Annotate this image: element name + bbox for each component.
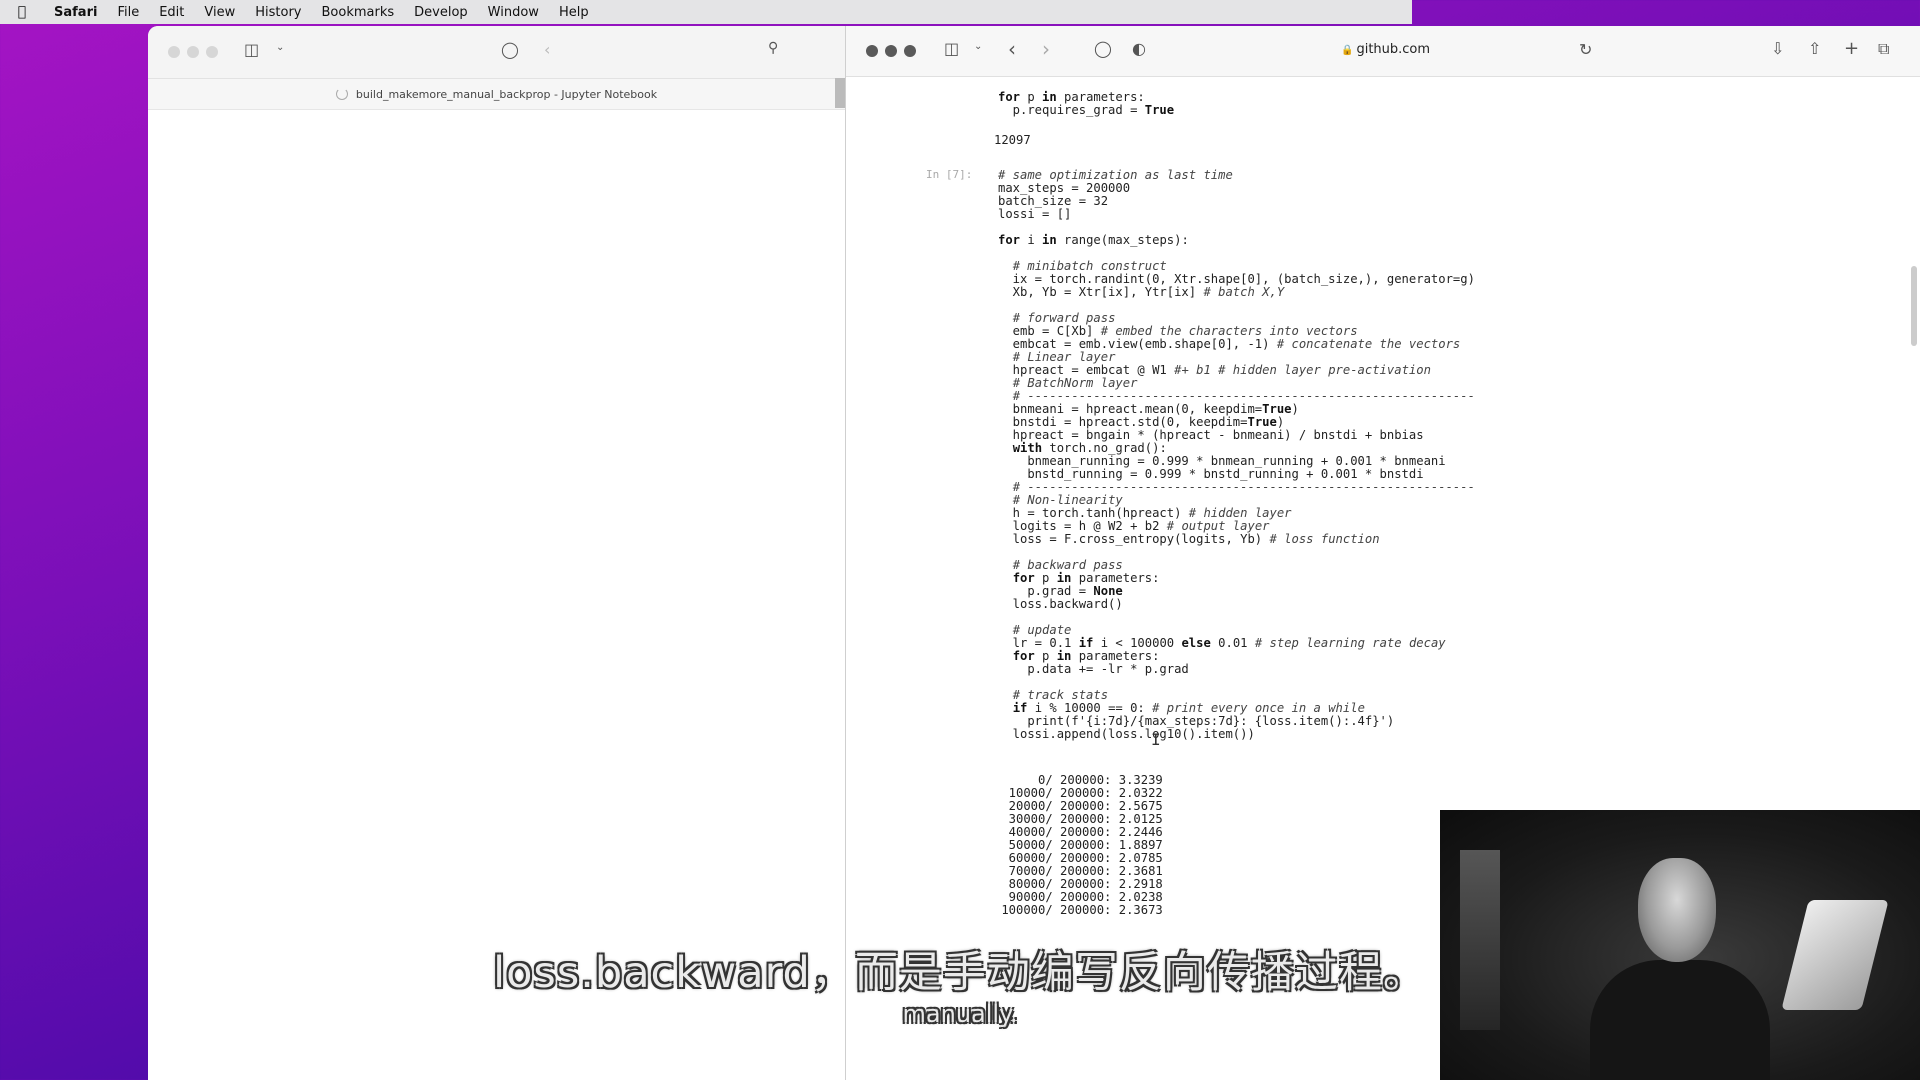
url-text: github.com xyxy=(1356,42,1431,57)
right-window-controls xyxy=(866,45,916,57)
output-line: 30000/ 200000: 2.0125 xyxy=(994,812,1163,826)
code-line: h = torch.tanh(hpreact) # hidden layer xyxy=(998,506,1292,520)
output-line: 60000/ 200000: 2.0785 xyxy=(994,851,1163,865)
left-scrollbar[interactable] xyxy=(835,78,845,108)
code-line: # update xyxy=(1012,623,1072,637)
cell-2-prompt: In [7]: xyxy=(926,168,973,181)
menu-history[interactable]: History xyxy=(245,5,311,20)
new-tab-icon[interactable]: + xyxy=(1844,38,1859,59)
output-line: 80000/ 200000: 2.2918 xyxy=(994,877,1163,891)
output-line: 10000/ 200000: 2.0322 xyxy=(994,786,1163,800)
share-icon[interactable]: ⇧ xyxy=(1808,39,1821,58)
back-icon[interactable]: ‹ xyxy=(544,40,550,59)
subtitle-english: manually. xyxy=(902,1000,1018,1028)
code-line: if i % 10000 == 0: # print every once in… xyxy=(1012,701,1365,715)
close-button[interactable] xyxy=(866,45,878,57)
output-line: 0/ 200000: 3.3239 xyxy=(994,773,1163,787)
text-cursor-icon: I xyxy=(1151,730,1161,749)
left-tab[interactable]: build_makemore_manual_backprop - Jupyter… xyxy=(148,79,845,110)
left-browser-window: ◫ ⌄ ◯ ‹ ⚲ build_makemore_manual_backprop… xyxy=(148,26,845,1080)
code-line: # --------------------------------------… xyxy=(1012,480,1475,494)
left-page-content xyxy=(148,110,845,1080)
output-line: 70000/ 200000: 2.3681 xyxy=(994,864,1163,878)
left-toolbar: ◫ ⌄ ◯ ‹ ⚲ xyxy=(148,26,845,79)
code-cell-1[interactable]: for p in parameters: p.requires_grad = T… xyxy=(998,89,1175,117)
back-icon[interactable]: ‹ xyxy=(1008,37,1016,61)
menu-window[interactable]: Window xyxy=(478,5,549,20)
code-line: batch_size = 32 xyxy=(998,194,1109,208)
menu-develop[interactable]: Develop xyxy=(404,5,478,20)
loading-spinner-icon xyxy=(335,88,348,100)
menu-help[interactable]: Help xyxy=(549,5,599,20)
code-line: bnmean_running = 0.999 * bnmean_running … xyxy=(998,454,1446,468)
close-button[interactable] xyxy=(168,46,180,58)
code-line: # --------------------------------------… xyxy=(1012,389,1475,403)
code-line: logits = h @ W2 + b2 # output layer xyxy=(998,519,1270,533)
left-tab-title: build_makemore_manual_backprop - Jupyter… xyxy=(355,87,658,101)
menu-bookmarks[interactable]: Bookmarks xyxy=(312,5,405,20)
code-line: # track stats xyxy=(1012,688,1109,702)
menu-edit[interactable]: Edit xyxy=(149,5,194,20)
output-line: 50000/ 200000: 1.8897 xyxy=(994,838,1163,852)
code-line: loss = F.cross_entropy(logits, Yb) # los… xyxy=(998,532,1380,546)
apple-icon[interactable]:  xyxy=(0,4,44,20)
address-bar[interactable]: 🔒 github.com xyxy=(1341,42,1430,57)
code-line: embcat = emb.view(emb.shape[0], -1) # co… xyxy=(998,337,1461,351)
code-cell-2[interactable]: # same optimization as last time max_step… xyxy=(998,167,1475,741)
code-line: # backward pass xyxy=(1012,558,1123,572)
privacy-report-icon[interactable]: ◯ xyxy=(501,40,519,59)
code-line: p.grad = None xyxy=(998,584,1123,598)
subtitle-chinese: loss.backward，而是手动编写反向传播过程。 xyxy=(493,948,1427,998)
code-line: hpreact = embcat @ W1 #+ b1 # hidden lay… xyxy=(998,363,1431,377)
cell-1-output: 12097 xyxy=(994,133,1031,147)
sidebar-toggle-icon[interactable]: ◫ xyxy=(944,39,959,58)
code-line: lr = 0.1 if i < 100000 else 0.01 # step … xyxy=(998,636,1446,650)
code-line: # minibatch construct xyxy=(1012,259,1167,273)
search-icon[interactable]: ⚲ xyxy=(768,40,778,56)
code-line: lossi = [] xyxy=(998,207,1072,221)
menu-view[interactable]: View xyxy=(194,5,245,20)
code-line: p.data += -lr * p.grad xyxy=(998,662,1189,676)
code-line: emb = C[Xb] # embed the characters into … xyxy=(998,324,1358,338)
chevron-down-icon[interactable]: ⌄ xyxy=(974,41,982,52)
privacy-report-icon[interactable]: ◯ xyxy=(1094,39,1112,58)
code-line: for p in parameters: xyxy=(998,90,1145,104)
sidebar-toggle-icon[interactable]: ◫ xyxy=(244,40,259,59)
reload-icon[interactable]: ↻ xyxy=(1579,40,1592,59)
cell-2-output: 0/ 200000: 3.3239 10000/ 200000: 2.0322 … xyxy=(994,772,1163,917)
chevron-down-icon[interactable]: ⌄ xyxy=(276,42,284,53)
code-line: bnstd_running = 0.999 * bnstd_running + … xyxy=(998,467,1424,481)
zoom-button[interactable] xyxy=(206,46,218,58)
menu-bar:  Safari File Edit View History Bookmark… xyxy=(0,0,1412,24)
notebook-scrollbar[interactable] xyxy=(1911,266,1917,346)
left-window-controls xyxy=(168,46,218,58)
output-line: 90000/ 200000: 2.0238 xyxy=(994,890,1163,904)
output-line: 100000/ 200000: 2.3673 xyxy=(994,903,1163,917)
code-line: for p in parameters: xyxy=(1012,571,1160,585)
downloads-icon[interactable]: ⇩ xyxy=(1771,39,1784,58)
shield-icon[interactable]: ◐ xyxy=(1132,39,1146,58)
code-line: bnstdi = hpreact.std(0, keepdim=True) xyxy=(998,415,1285,429)
menu-file[interactable]: File xyxy=(107,5,149,20)
tab-overview-icon[interactable]: ⧉ xyxy=(1878,39,1889,59)
code-line: for i in range(max_steps): xyxy=(998,233,1189,247)
code-line: # forward pass xyxy=(1012,311,1116,325)
menu-safari[interactable]: Safari xyxy=(44,5,107,20)
output-line: 20000/ 200000: 2.5675 xyxy=(994,799,1163,813)
lock-icon: 🔒 xyxy=(1341,45,1354,56)
code-line: max_steps = 200000 xyxy=(998,181,1131,195)
right-toolbar: ◫ ⌄ ‹ › ◯ ◐ 🔒 github.com ↻ ⇩ ⇧ + ⧉ xyxy=(846,26,1920,77)
minimize-button[interactable] xyxy=(885,45,897,57)
code-line: lossi.append(loss.log10().item()) xyxy=(998,727,1255,741)
zoom-button[interactable] xyxy=(904,45,916,57)
code-line: loss.backward() xyxy=(998,597,1123,611)
output-line: 40000/ 200000: 2.2446 xyxy=(994,825,1163,839)
forward-icon[interactable]: › xyxy=(1042,37,1050,61)
code-line: hpreact = bngain * (hpreact - bnmeani) /… xyxy=(998,428,1424,442)
code-line: # same optimization as last time xyxy=(998,168,1233,182)
code-line: print(f'{i:7d}/{max_steps:7d}: {loss.ite… xyxy=(998,714,1395,728)
code-line: ix = torch.randint(0, Xtr.shape[0], (bat… xyxy=(998,272,1475,286)
code-line: p.requires_grad = True xyxy=(998,103,1175,117)
minimize-button[interactable] xyxy=(187,46,199,58)
